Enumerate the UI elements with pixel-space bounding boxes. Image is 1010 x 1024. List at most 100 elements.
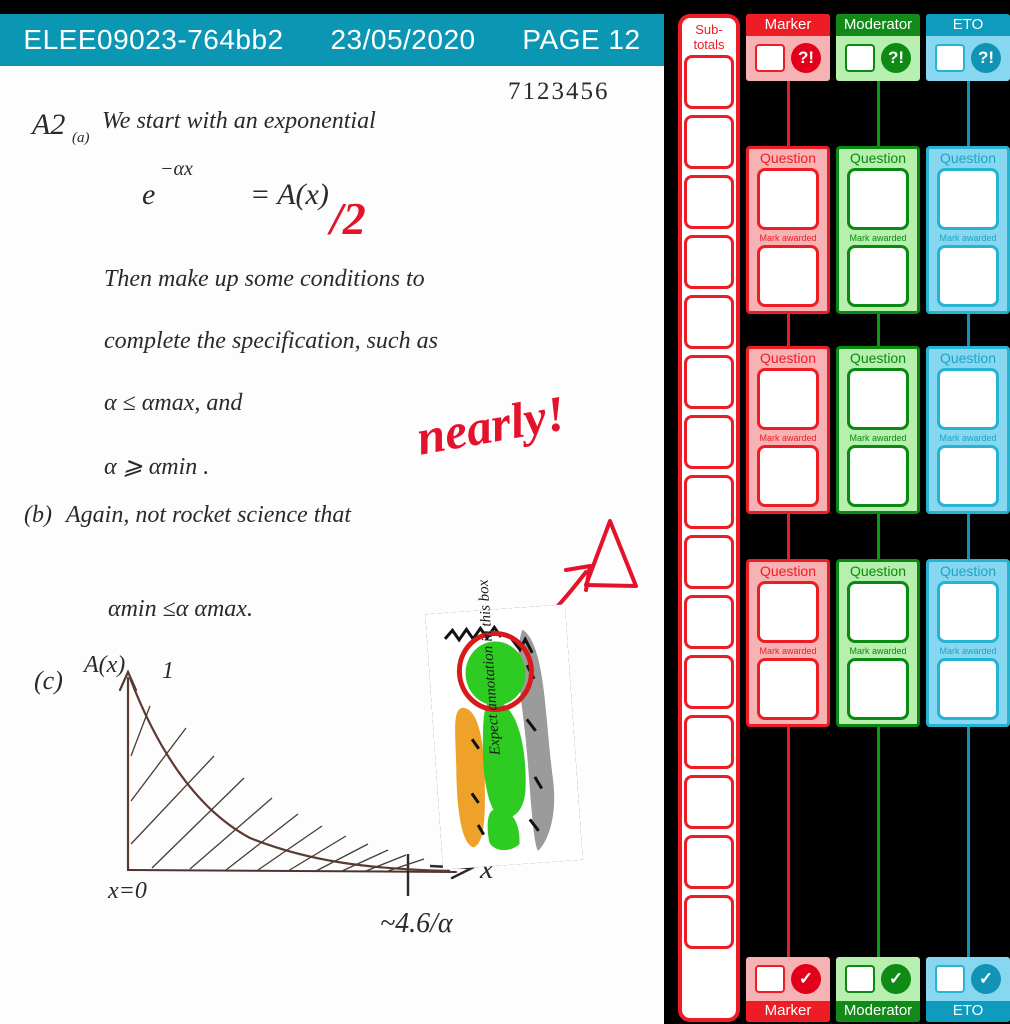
subtotals-column: Sub- totals: [678, 14, 740, 1022]
role-confirm-checkbox[interactable]: [845, 965, 875, 993]
role-footer-card-moderator: ✓ Moderator: [836, 957, 920, 1022]
mark-awarded-input[interactable]: [847, 658, 909, 720]
subtotal-cell[interactable]: [684, 595, 734, 649]
confirm-badge-icon[interactable]: ✓: [971, 964, 1001, 994]
answer-line-6: Again, not rocket science that: [66, 502, 352, 528]
mark-awarded-input[interactable]: [937, 245, 999, 307]
question-number-input[interactable]: [847, 368, 909, 430]
marking-column-marker: Marker?! Question Mark awarded Question Mark…: [746, 14, 830, 1022]
subtotals-header-line2: totals: [693, 37, 725, 52]
subtotal-cell[interactable]: [684, 175, 734, 229]
subtotal-cell[interactable]: [684, 895, 734, 949]
marking-column-eto: ETO?! Question Mark awarded Question Mark aw…: [926, 14, 1010, 1022]
role-checkbox[interactable]: [845, 44, 875, 72]
marker-red-correction-over-two: /2: [330, 193, 366, 244]
query-badge-icon[interactable]: ?!: [971, 43, 1001, 73]
question-number-input[interactable]: [847, 168, 909, 230]
mark-awarded-input[interactable]: [847, 445, 909, 507]
question-number-input[interactable]: [937, 368, 999, 430]
question-number-input[interactable]: [757, 581, 819, 643]
question-number-input[interactable]: [847, 581, 909, 643]
question-group: Question Mark awarded: [746, 559, 830, 727]
scanned-answer-area[interactable]: 7123456 A2 (a) We start with an exponent…: [0, 66, 664, 1024]
answer-line-7: αmin ≤α αmax.: [108, 596, 253, 622]
subtotal-cell[interactable]: [684, 235, 734, 289]
role-checkbox[interactable]: [755, 44, 785, 72]
question-label: Question: [849, 563, 907, 579]
answer-line-4: α ≤ αmax, and: [104, 390, 243, 416]
annotation-photo-box[interactable]: Expect annotation in this box: [425, 579, 583, 870]
subtotal-cell[interactable]: [684, 715, 734, 769]
mark-awarded-label: Mark awarded: [939, 646, 997, 656]
query-badge-icon[interactable]: ?!: [791, 43, 821, 73]
subtotal-cell[interactable]: [684, 475, 734, 529]
mark-awarded-input[interactable]: [847, 245, 909, 307]
role-confirm-checkbox[interactable]: [755, 965, 785, 993]
question-number-input[interactable]: [937, 168, 999, 230]
confirm-badge-icon[interactable]: ✓: [791, 964, 821, 994]
mark-awarded-label: Mark awarded: [849, 433, 907, 443]
mark-awarded-input[interactable]: [757, 658, 819, 720]
question-number-input[interactable]: [937, 581, 999, 643]
equation-rhs: = A(x): [250, 178, 329, 211]
role-title-label: Moderator: [836, 14, 920, 36]
question-number-input[interactable]: [757, 368, 819, 430]
subtotal-cell[interactable]: [684, 655, 734, 709]
mark-awarded-label: Mark awarded: [759, 646, 817, 656]
question-label: Question: [939, 150, 997, 166]
question-label: Question: [759, 150, 817, 166]
subtotal-cell[interactable]: [684, 535, 734, 589]
role-footer-label: Moderator: [836, 1001, 920, 1022]
role-header-controls: ?!: [926, 36, 1010, 81]
role-title-label: ETO: [926, 14, 1010, 36]
graph-origin-label: x=0: [108, 878, 147, 904]
role-footer-label: Marker: [746, 1001, 830, 1022]
question-group: Question Mark awarded: [926, 559, 1010, 727]
answer-line-3: complete the specification, such as: [104, 328, 438, 354]
equation-exponent: −αx: [160, 158, 193, 180]
marking-column-moderator: Moderator?! Question Mark awarded Question M…: [836, 14, 920, 1022]
answer-line-a2: A2: [32, 108, 66, 141]
mark-awarded-label: Mark awarded: [759, 233, 817, 243]
question-label: Question: [849, 150, 907, 166]
question-group: Question Mark awarded: [926, 346, 1010, 514]
subtotal-cell[interactable]: [684, 115, 734, 169]
role-confirm-checkbox[interactable]: [935, 965, 965, 993]
subtotal-cell[interactable]: [684, 835, 734, 889]
mark-awarded-input[interactable]: [937, 658, 999, 720]
graph-y-axis-label: A(x): [84, 652, 126, 678]
role-header-controls: ?!: [746, 36, 830, 81]
mark-awarded-label: Mark awarded: [939, 433, 997, 443]
page-number-label: PAGE 12: [522, 24, 641, 55]
mark-awarded-label: Mark awarded: [849, 233, 907, 243]
question-label: Question: [759, 350, 817, 366]
role-header-card-marker: Marker?!: [746, 14, 830, 81]
role-title-label: Marker: [746, 14, 830, 36]
role-header-card-eto: ETO?!: [926, 14, 1010, 81]
question-group: Question Mark awarded: [836, 559, 920, 727]
role-footer-controls: ✓: [926, 957, 1010, 1001]
question-label: Question: [939, 563, 997, 579]
subtotal-cell[interactable]: [684, 775, 734, 829]
question-number-input[interactable]: [757, 168, 819, 230]
page-header-bar: ELEE09023-764bb2 23/05/2020 PAGE 12: [0, 14, 664, 66]
mark-awarded-input[interactable]: [757, 245, 819, 307]
subtotal-cell[interactable]: [684, 355, 734, 409]
subtotal-cell[interactable]: [684, 295, 734, 349]
answer-part-c-label: (c): [34, 666, 63, 695]
answer-line-2: Then make up some conditions to: [104, 266, 425, 292]
script-page: ELEE09023-764bb2 23/05/2020 PAGE 12 7123…: [0, 14, 664, 1024]
role-checkbox[interactable]: [935, 44, 965, 72]
role-header-card-moderator: Moderator?!: [836, 14, 920, 81]
mark-awarded-input[interactable]: [757, 445, 819, 507]
confirm-badge-icon[interactable]: ✓: [881, 964, 911, 994]
answer-line-5: α ⩾ αmin .: [104, 454, 210, 480]
query-badge-icon[interactable]: ?!: [881, 43, 911, 73]
answer-line-1: We start with an exponential: [102, 108, 376, 134]
subtotal-cell[interactable]: [684, 55, 734, 109]
subtotal-cell[interactable]: [684, 415, 734, 469]
mark-awarded-input[interactable]: [937, 445, 999, 507]
exam-date-label: 23/05/2020: [330, 24, 476, 55]
role-footer-controls: ✓: [836, 957, 920, 1001]
role-footer-label: ETO: [926, 1001, 1010, 1022]
